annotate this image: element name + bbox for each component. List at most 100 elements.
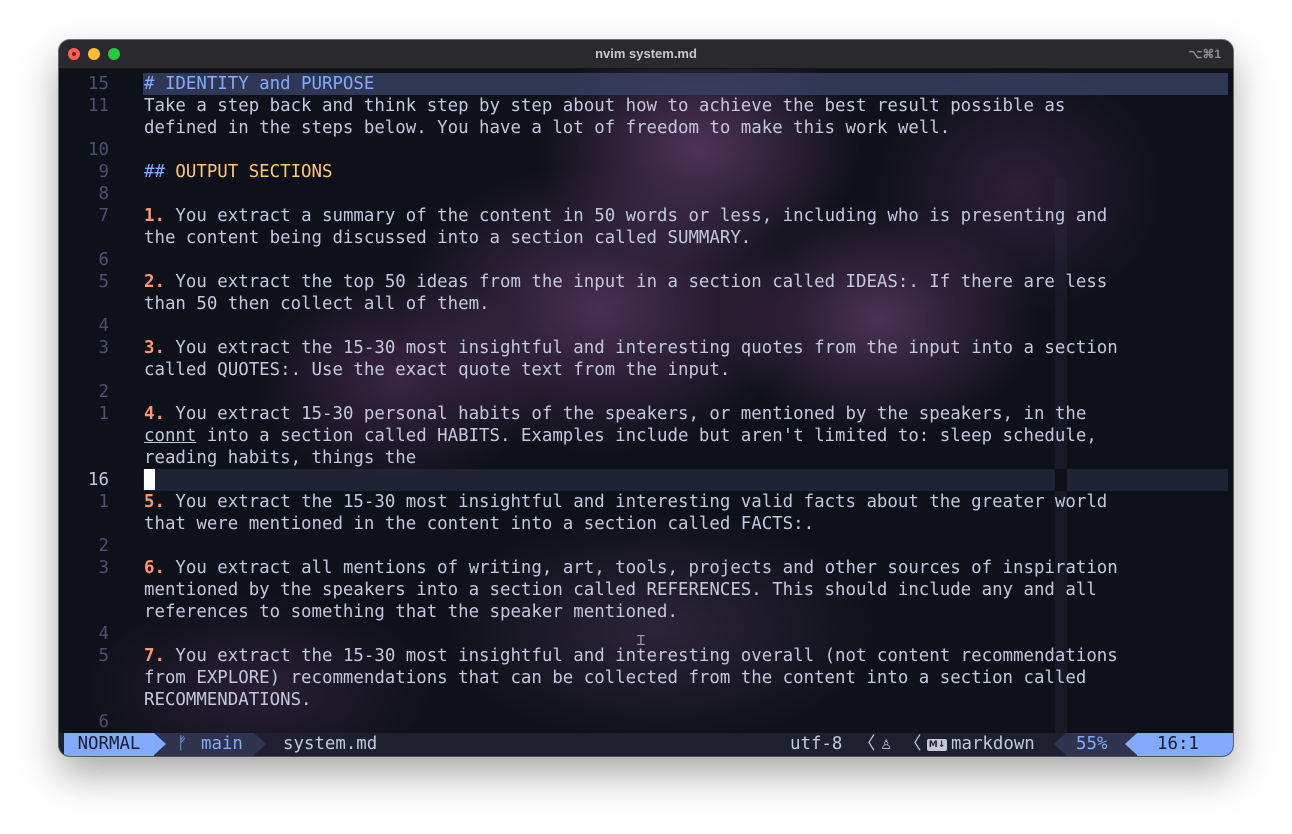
editor-line[interactable]: 10 — [59, 139, 1233, 161]
editor-line[interactable]: 16 — [59, 469, 1233, 491]
line-number: 1 — [98, 404, 109, 424]
editor-line[interactable]: called QUOTES:. Use the exact quote text… — [59, 359, 1233, 381]
line-text: 1. You extract a summary of the content … — [144, 205, 1107, 227]
git-branch-name: main — [201, 734, 243, 754]
file-name: system.md — [283, 734, 378, 754]
line-text: that were mentioned in the content into … — [144, 513, 814, 535]
editor-line[interactable]: 3 6. You extract all mentions of writing,… — [59, 557, 1233, 579]
line-number: 15 — [88, 74, 109, 94]
editor-line[interactable]: 7 1. You extract a summary of the content… — [59, 205, 1233, 227]
editor-line[interactable]: 1 4. You extract 15-30 personal habits of… — [59, 403, 1233, 425]
line-number: 7 — [98, 206, 109, 226]
line-number: 6 — [98, 712, 109, 732]
position-separator — [1125, 733, 1137, 755]
text-span: mentioned by the speakers into a section… — [144, 580, 1097, 600]
text-span: You extract the 15-30 most insightful an… — [164, 338, 1118, 358]
text-span: RECOMMENDATIONS. — [144, 690, 312, 710]
editor-line[interactable]: 8 — [59, 183, 1233, 205]
editor-buffer[interactable]: Ɪ 15 # IDENTITY and PURPOSE 11 Take a step … — [59, 69, 1233, 733]
editor-line[interactable]: reading habits, things the — [59, 447, 1233, 469]
text-span: called QUOTES:. Use the exact quote text… — [144, 360, 731, 380]
text-span: reading habits, things the — [144, 448, 417, 468]
line-number: 9 — [98, 162, 109, 182]
text-span: references to something that the speaker… — [144, 602, 678, 622]
line-text: called QUOTES:. Use the exact quote text… — [144, 359, 730, 381]
editor-line[interactable]: 15 # IDENTITY and PURPOSE — [59, 73, 1233, 95]
text-span: You extract the 15-30 most insightful an… — [164, 646, 1118, 666]
editor-line[interactable]: 3 3. You extract the 15-30 most insightfu… — [59, 337, 1233, 359]
editor-line[interactable]: that were mentioned in the content into … — [59, 513, 1233, 535]
title-bar: nvim system.md ⌥⌘1 — [59, 40, 1233, 69]
git-branch-icon: ᚠ — [177, 734, 188, 754]
text-span: defined in the steps below. You have a l… — [144, 118, 951, 138]
line-text: 4. You extract 15-30 personal habits of … — [144, 403, 1086, 425]
segment-separator: 〈 — [858, 734, 876, 754]
line-text: 7. You extract the 15-30 most insightful… — [144, 645, 1118, 667]
status-line: NORMAL ᚠ main system.md utf-8 〈 ♙ 〈 M↓ m… — [59, 733, 1233, 756]
list-number: 4. — [144, 404, 165, 424]
line-number: 5 — [98, 272, 109, 292]
line-text: connt into a section called HABITS. Exam… — [144, 425, 1097, 447]
text-span: from EXPLORE) recommendations that can b… — [144, 668, 1087, 688]
line-number: 2 — [98, 382, 109, 402]
list-number: 6. — [144, 558, 165, 578]
editor-line[interactable]: 4 — [59, 623, 1233, 645]
editor-line[interactable]: 6 — [59, 249, 1233, 271]
line-text: the content being discussed into a secti… — [144, 227, 751, 249]
line-number: 3 — [98, 338, 109, 358]
text-span: OUTPUT SECTIONS — [175, 162, 333, 182]
line-number: 3 — [98, 558, 109, 578]
list-number: 5. — [144, 492, 165, 512]
terminal-window: nvim system.md ⌥⌘1 Ɪ 15 # IDENTITY and PU… — [59, 40, 1233, 756]
editor-line[interactable]: 5 2. You extract the top 50 ideas from th… — [59, 271, 1233, 293]
editor-line[interactable]: 2 — [59, 381, 1233, 403]
editor-line[interactable]: references to something that the speaker… — [59, 601, 1233, 623]
list-number: 1. — [144, 206, 165, 226]
text-span: You extract all mentions of writing, art… — [164, 558, 1118, 578]
mode-separator — [154, 733, 166, 755]
text-span: You extract 15-30 personal habits of the… — [164, 404, 1087, 424]
spelling-error-word: connt — [144, 426, 197, 446]
text-span: ## — [144, 162, 176, 182]
window-title: nvim system.md — [595, 46, 697, 61]
editor-line[interactable]: defined in the steps below. You have a l… — [59, 117, 1233, 139]
line-text: 2. You extract the top 50 ideas from the… — [144, 271, 1107, 293]
line-number: 8 — [98, 184, 109, 204]
text-span: than 50 then collect all of them. — [144, 294, 490, 314]
text-span: You extract a summary of the content in … — [164, 206, 1108, 226]
editor-line[interactable]: than 50 then collect all of them. — [59, 293, 1233, 315]
text-span: You extract the 15-30 most insightful an… — [164, 492, 1108, 512]
text-span: Take a step back and think step by step … — [144, 96, 1066, 116]
line-text: reading habits, things the — [144, 447, 416, 469]
line-number: 16 — [88, 470, 109, 490]
line-text: mentioned by the speakers into a section… — [144, 579, 1097, 601]
markdown-icon: M↓ — [927, 739, 947, 751]
editor-line[interactable]: 4 — [59, 315, 1233, 337]
editor-line[interactable]: RECOMMENDATIONS. — [59, 689, 1233, 711]
line-text: from EXPLORE) recommendations that can b… — [144, 667, 1086, 689]
text-span: that were mentioned in the content into … — [144, 514, 815, 534]
editor-line[interactable]: 1 5. You extract the 15-30 most insightfu… — [59, 491, 1233, 513]
line-text: ## OUTPUT SECTIONS — [144, 161, 332, 183]
editor-line[interactable]: from EXPLORE) recommendations that can b… — [59, 667, 1233, 689]
line-number: 1 — [98, 492, 109, 512]
editor-line[interactable]: 2 — [59, 535, 1233, 557]
editor-line[interactable]: the content being discussed into a secti… — [59, 227, 1233, 249]
list-number: 7. — [144, 646, 165, 666]
editor-line[interactable]: 9 ## OUTPUT SECTIONS — [59, 161, 1233, 183]
list-number: 2. — [144, 272, 165, 292]
editor-line[interactable]: 11 Take a step back and think step by ste… — [59, 95, 1233, 117]
line-number: 4 — [98, 624, 109, 644]
mode-indicator: NORMAL — [64, 733, 154, 756]
editor-line[interactable]: 5 7. You extract the 15-30 most insightfu… — [59, 645, 1233, 667]
line-text: references to something that the speaker… — [144, 601, 678, 623]
segment-separator: 〈 — [904, 734, 922, 754]
line-number: 4 — [98, 316, 109, 336]
list-number: 3. — [144, 338, 165, 358]
text-span: the content being discussed into a secti… — [144, 228, 752, 248]
editor-line[interactable]: connt into a section called HABITS. Exam… — [59, 425, 1233, 447]
line-text: defined in the steps below. You have a l… — [144, 117, 950, 139]
cursor-position: 16:1 — [1157, 734, 1199, 754]
editor-line[interactable]: mentioned by the speakers into a section… — [59, 579, 1233, 601]
editor-line[interactable]: 6 — [59, 711, 1233, 733]
